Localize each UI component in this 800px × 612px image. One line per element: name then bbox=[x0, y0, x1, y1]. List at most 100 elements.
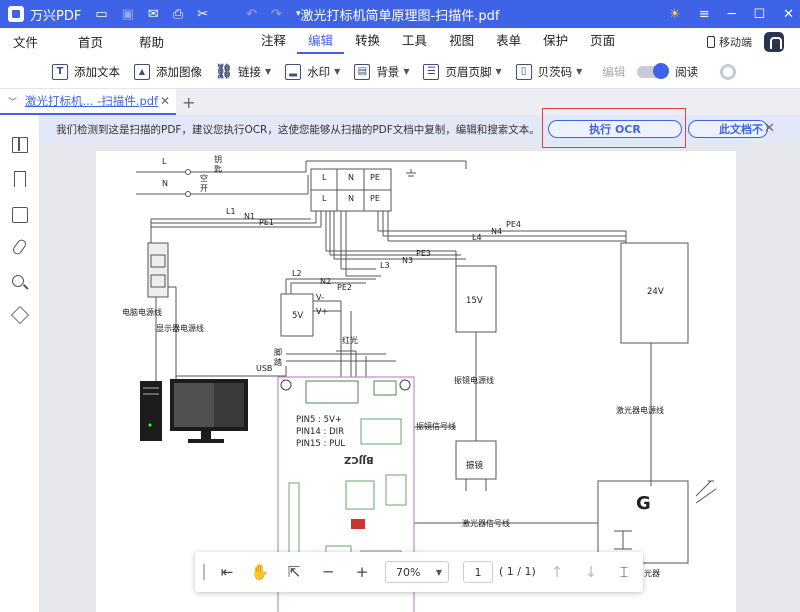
pdf-page: L N 钥 匙 空 开 L N PE L N PE L1 N1 PE1 PE4 … bbox=[96, 151, 736, 612]
label-galvo-signal: 振镜信号线 bbox=[416, 422, 456, 431]
ocr-notification-bar: 我们检测到这是扫描的PDF，建议您执行OCR，这使您能够从扫描的PDF文档中复制… bbox=[40, 108, 800, 148]
link-icon: ⛓ bbox=[215, 63, 233, 80]
menu-home[interactable]: 首页 bbox=[65, 32, 116, 51]
phone-icon bbox=[707, 35, 715, 48]
zoom-out-icon[interactable]: ─ bbox=[317, 562, 339, 582]
ocr-bar-close-icon[interactable]: ✕ bbox=[764, 121, 775, 136]
menu-icon[interactable]: ≡ bbox=[699, 7, 710, 22]
page-number-input[interactable]: 1 bbox=[463, 561, 493, 583]
menu-form[interactable]: 表单 bbox=[485, 30, 532, 54]
watermark-label: 水印 bbox=[307, 64, 331, 79]
mail-icon[interactable]: ✉ bbox=[148, 8, 159, 21]
header-footer-button[interactable]: ☰ 页眉页脚 ▼ bbox=[423, 63, 502, 80]
background-dropdown-icon[interactable]: ▼ bbox=[403, 67, 409, 76]
menu-file[interactable]: 文件 bbox=[0, 32, 51, 51]
label-pin14: PIN14 : DIR bbox=[296, 427, 345, 437]
zoom-select[interactable]: 70% ▼ bbox=[385, 561, 449, 583]
attachment-icon[interactable] bbox=[11, 237, 28, 257]
menu-tools[interactable]: 工具 bbox=[391, 30, 438, 54]
label-pin5: PIN5 : 5V+ bbox=[296, 415, 343, 425]
redo-icon[interactable]: ↷ bbox=[271, 8, 282, 21]
page-thumbnails-icon[interactable] bbox=[12, 137, 28, 153]
header-footer-dropdown-icon[interactable]: ▼ bbox=[495, 67, 501, 76]
zoom-value: 70% bbox=[396, 565, 421, 579]
link-dropdown-icon[interactable]: ▼ bbox=[265, 67, 271, 76]
menu-annotate[interactable]: 注释 bbox=[250, 30, 297, 54]
label-N4: N4 bbox=[491, 227, 503, 236]
fit-page-icon[interactable]: ⇤ bbox=[217, 562, 237, 582]
maximize-icon[interactable]: ☐ bbox=[753, 7, 765, 22]
title-bar: 万兴PDF ▭ ▣ ✉ ⎙ ✂ ↶ ↷ ▾ 激光打标机简单原理图-扫描件.pdf… bbox=[0, 0, 800, 28]
label-PE3: PE3 bbox=[416, 249, 431, 258]
minimize-icon[interactable]: ─ bbox=[728, 7, 736, 22]
new-tab-icon[interactable]: + bbox=[182, 93, 195, 112]
label-L3: L3 bbox=[380, 261, 390, 270]
label-N3: N3 bbox=[402, 256, 414, 265]
menu-protect[interactable]: 保护 bbox=[532, 30, 579, 54]
document-tab-strip: ﹀ 激光打标机... -扫描件.pdf ✕ + bbox=[0, 89, 800, 115]
terminal-PE: PE bbox=[370, 173, 380, 182]
label-L: L bbox=[162, 157, 167, 166]
terminal-N: N bbox=[348, 173, 354, 182]
page-count: ( 1 / 1) bbox=[499, 565, 536, 578]
hand-tool-icon[interactable]: ✋ bbox=[249, 562, 271, 582]
document-tab-name: 激光打标机... -扫描件.pdf bbox=[25, 94, 159, 108]
header-footer-label: 页眉页脚 bbox=[445, 64, 492, 79]
layers-icon[interactable] bbox=[10, 305, 30, 325]
bates-dropdown-icon[interactable]: ▼ bbox=[576, 67, 582, 76]
label-laser-signal: 激光器信号线 bbox=[462, 519, 510, 528]
next-page-icon[interactable]: ↓ bbox=[581, 562, 601, 582]
mobile-link[interactable]: 移动端 bbox=[707, 34, 752, 50]
zoom-in-icon[interactable]: + bbox=[351, 562, 373, 582]
label-laser-power: 激光器电源线 bbox=[616, 406, 664, 415]
label-galvo-power: 振镜电源线 bbox=[454, 376, 494, 385]
menu-help[interactable]: 帮助 bbox=[126, 32, 177, 51]
watermark-button[interactable]: ▂ 水印 ▼ bbox=[285, 63, 340, 80]
document-tab[interactable]: ﹀ 激光打标机... -扫描件.pdf ✕ bbox=[0, 89, 176, 115]
chevron-down-icon: ▼ bbox=[435, 567, 442, 577]
scissors-icon[interactable]: ✂ bbox=[197, 8, 208, 21]
menu-view[interactable]: 视图 bbox=[438, 30, 485, 54]
terminal-N-2: N bbox=[348, 194, 354, 203]
bookmark-icon[interactable] bbox=[14, 171, 26, 187]
label-monitor-power: 显示器电源线 bbox=[156, 324, 204, 333]
label-switch: 开 bbox=[200, 184, 208, 193]
link-button[interactable]: ⛓ 链接 ▼ bbox=[215, 63, 271, 80]
close-icon[interactable]: ✕ bbox=[783, 7, 794, 22]
edit-read-toggle[interactable] bbox=[637, 62, 670, 79]
account-icon[interactable] bbox=[764, 31, 784, 52]
save-icon[interactable]: ▣ bbox=[122, 8, 134, 21]
add-text-button[interactable]: T 添加文本 bbox=[52, 63, 120, 80]
background-icon: ▤ bbox=[354, 63, 371, 80]
fit-width-icon[interactable]: ⌶ bbox=[613, 562, 635, 582]
comment-icon[interactable] bbox=[12, 207, 28, 223]
print-icon[interactable]: ⎙ bbox=[173, 8, 183, 21]
label-L2: L2 bbox=[292, 269, 302, 278]
add-image-button[interactable]: ▲ 添加图像 bbox=[134, 63, 202, 80]
perform-ocr-button[interactable]: 执行 OCR bbox=[548, 120, 682, 138]
dropdown-icon[interactable]: ▾ bbox=[296, 9, 301, 19]
quick-access-toolbar: ▭ ▣ ✉ ⎙ ✂ ↶ ↷ ▾ bbox=[95, 8, 300, 21]
prev-page-icon[interactable]: ↑ bbox=[547, 562, 567, 582]
search-icon[interactable] bbox=[12, 275, 24, 287]
read-label: 阅读 bbox=[675, 64, 699, 79]
sun-icon[interactable]: ☀ bbox=[669, 7, 681, 22]
undo-icon[interactable]: ↶ bbox=[246, 8, 257, 21]
drag-handle[interactable] bbox=[201, 562, 207, 582]
label-pedal: 踏 bbox=[274, 358, 282, 367]
label-PE1: PE1 bbox=[259, 218, 274, 227]
label-usb: USB bbox=[256, 364, 273, 373]
bates-button[interactable]: ▯ 贝茨码 ▼ bbox=[515, 63, 582, 80]
menu-edit[interactable]: 编辑 bbox=[297, 30, 345, 54]
schematic-drawing bbox=[136, 160, 717, 612]
settings-gear-icon[interactable] bbox=[720, 63, 737, 80]
tab-close-icon[interactable]: ✕ bbox=[160, 94, 170, 108]
background-button[interactable]: ▤ 背景 ▼ bbox=[354, 63, 409, 80]
watermark-dropdown-icon[interactable]: ▼ bbox=[334, 67, 340, 76]
menu-convert[interactable]: 转换 bbox=[344, 30, 391, 54]
not-scanned-button[interactable]: 此文档不 bbox=[688, 120, 768, 138]
select-tool-icon[interactable]: ⇱ bbox=[283, 562, 305, 582]
chevron-down-icon[interactable]: ﹀ bbox=[8, 95, 17, 108]
menu-page[interactable]: 页面 bbox=[579, 30, 626, 54]
folder-icon[interactable]: ▭ bbox=[95, 8, 107, 21]
